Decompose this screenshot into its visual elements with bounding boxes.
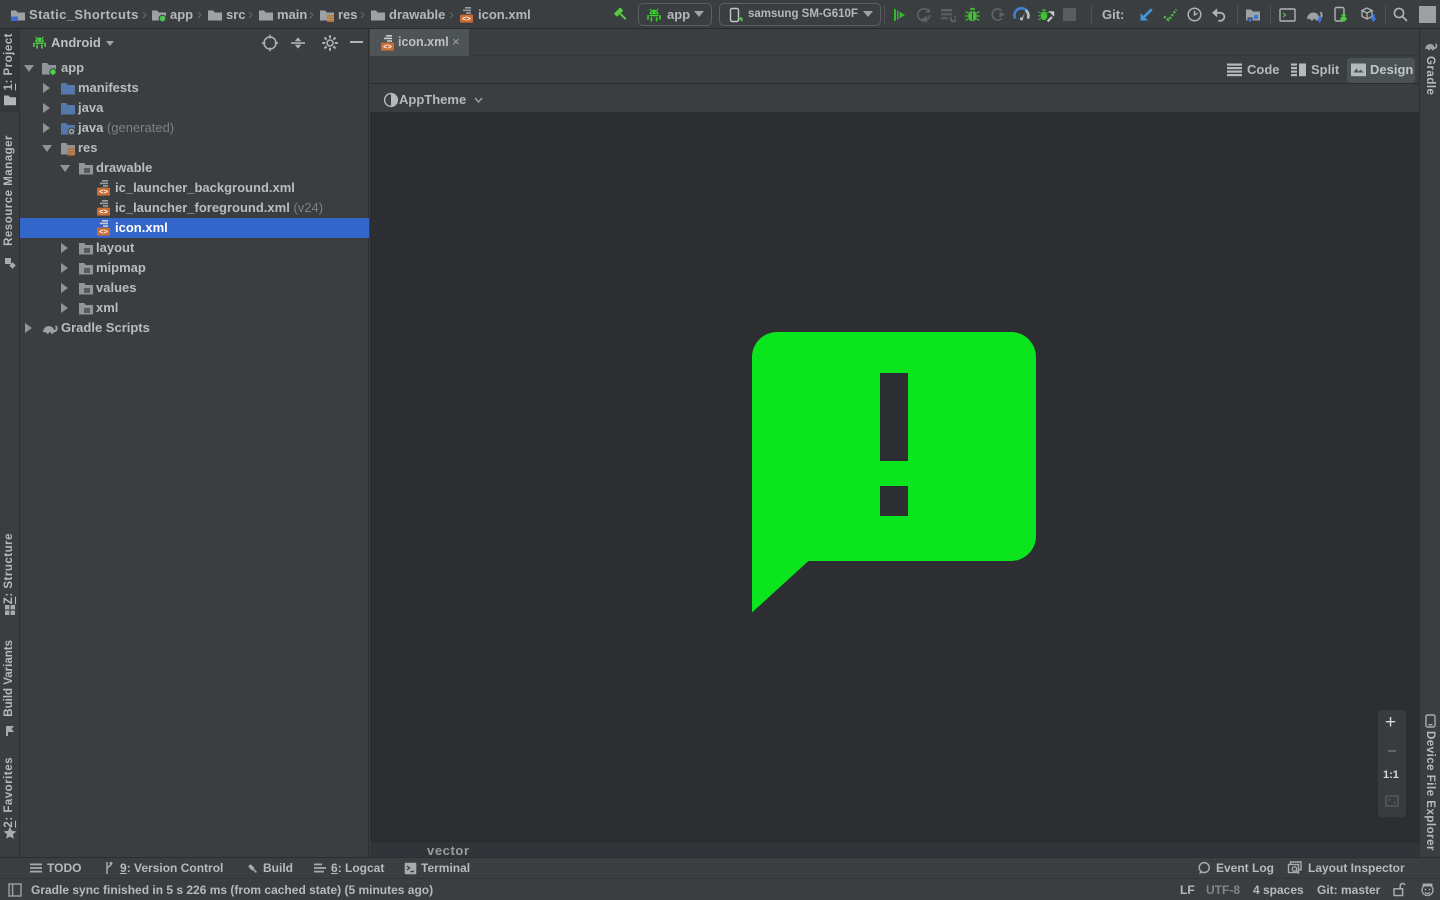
svg-text:<>: <> [99, 187, 108, 196]
svg-text:<>: <> [99, 207, 108, 216]
svg-text:<>: <> [383, 42, 392, 51]
svg-text:<>: <> [462, 14, 471, 23]
svg-text:<>: <> [99, 227, 108, 236]
